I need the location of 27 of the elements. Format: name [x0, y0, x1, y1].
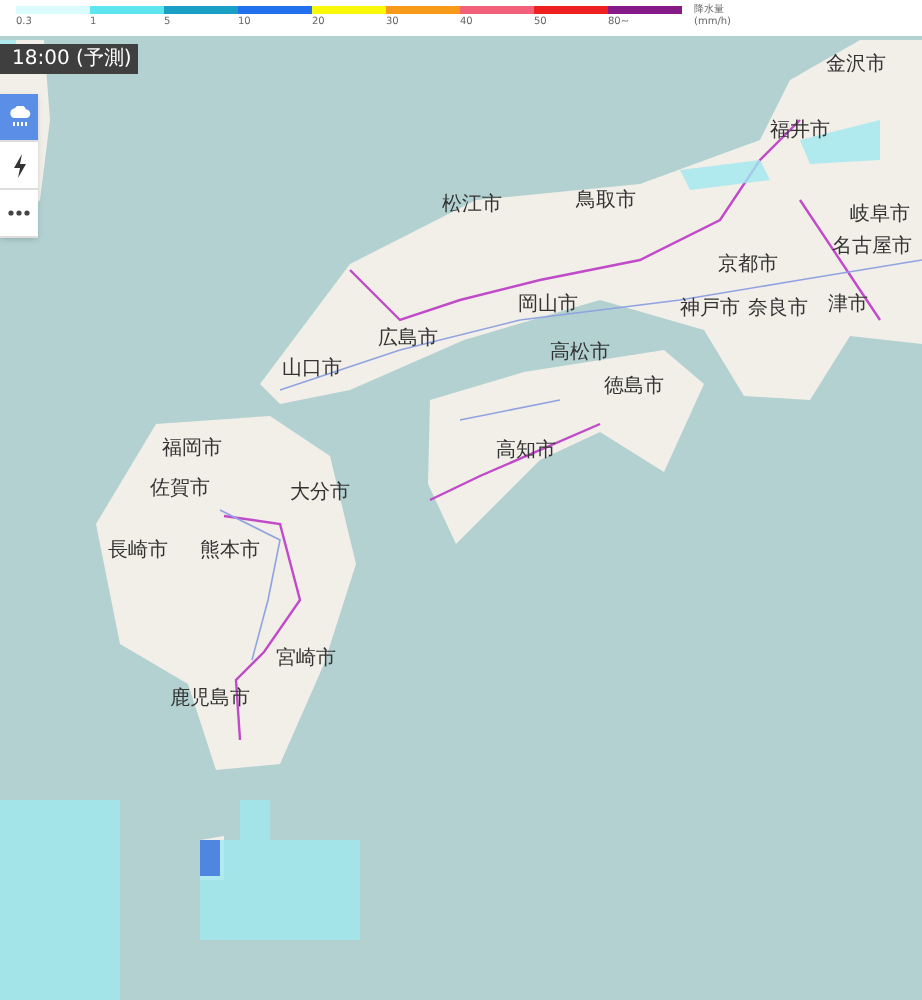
lightning-layer-button[interactable]	[0, 142, 38, 190]
lightning-icon	[11, 153, 27, 177]
city-label: 福岡市	[162, 438, 222, 462]
city-label: 金沢市	[826, 54, 886, 78]
city-label: 広島市	[378, 328, 438, 352]
city-label: 岐阜市	[850, 204, 910, 228]
city-label: 名古屋市	[832, 236, 912, 260]
city-label: 津市	[828, 294, 868, 318]
city-label: 京都市	[718, 254, 778, 278]
city-label: 大分市	[290, 482, 350, 506]
city-label: 佐賀市	[150, 478, 210, 502]
time-badge: 18:00 (予測)	[0, 44, 138, 74]
city-label: 鳥取市	[576, 190, 636, 214]
rain-cloud-icon	[7, 106, 31, 128]
city-label: 宮崎市	[276, 648, 336, 672]
city-label: 岡山市	[518, 294, 578, 318]
city-label: 長崎市	[108, 540, 168, 564]
city-label: 奈良市	[748, 298, 808, 322]
city-label: 福井市	[770, 120, 830, 144]
city-label: 神戸市	[680, 298, 740, 322]
city-label: 徳島市	[604, 376, 664, 400]
more-icon	[8, 210, 30, 216]
city-label: 熊本市	[200, 540, 260, 564]
more-layer-button[interactable]	[0, 190, 38, 238]
city-label: 高松市	[550, 342, 610, 366]
city-label: 松江市	[442, 194, 502, 218]
city-label: 山口市	[282, 358, 342, 382]
